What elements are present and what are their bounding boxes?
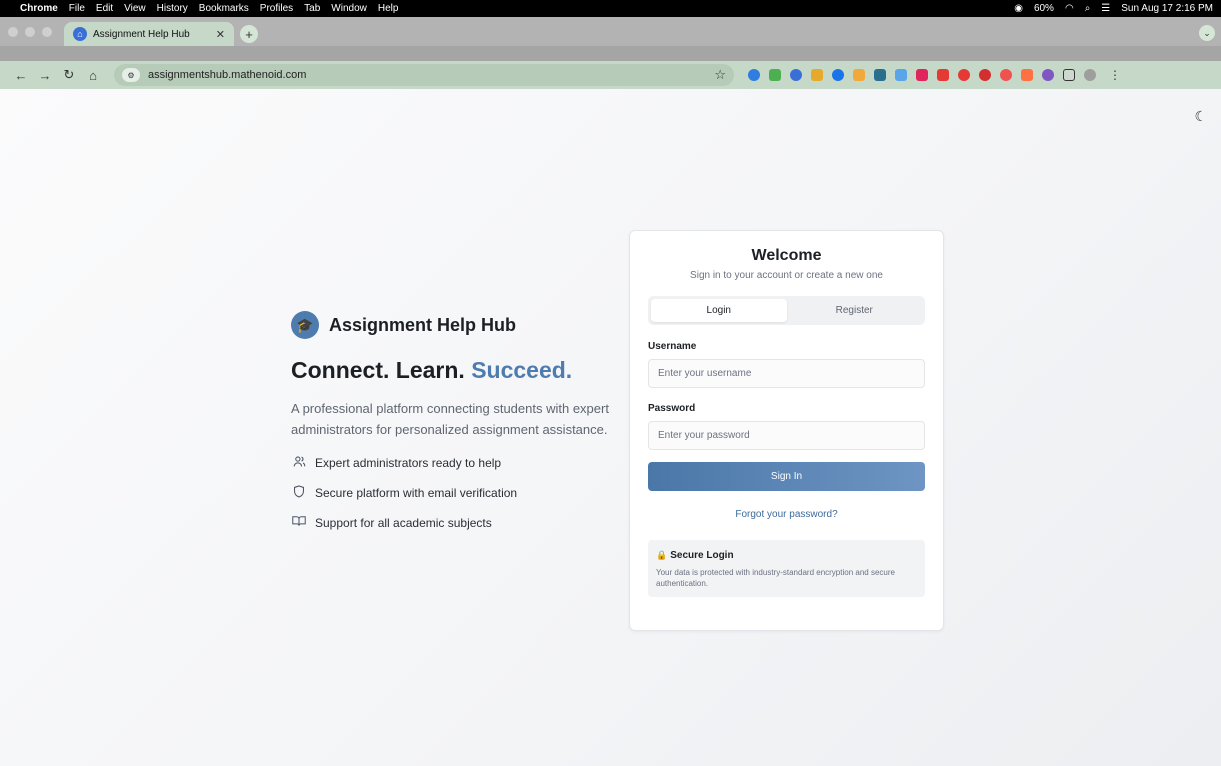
username-input[interactable] [648, 359, 925, 388]
forgot-password-link[interactable]: Forgot your password? [648, 509, 925, 520]
brand: 🎓 Assignment Help Hub [291, 311, 611, 339]
book-open-icon [291, 515, 307, 530]
status-area: ◉ 60% ◠ ⌕ ☰ Sun Aug 17 2:16 PM [1014, 3, 1213, 14]
browser-tab-strip: ⌂ Assignment Help Hub ✕ + ⌄ [0, 17, 1221, 61]
login-card: Welcome Sign in to your account or creat… [629, 230, 944, 631]
address-bar[interactable]: ⚙ assignmentshub.mathenoid.com ☆ [114, 64, 734, 86]
sign-in-button[interactable]: Sign In [648, 462, 925, 491]
secure-login-title: 🔒 Secure Login [656, 550, 917, 561]
extensions-bar: ⋮ [748, 68, 1121, 82]
back-arrow-icon[interactable]: ← [10, 68, 32, 83]
extension-icon[interactable] [979, 69, 991, 81]
battery-percentage[interactable]: 60% [1034, 3, 1054, 14]
lock-icon: 🔒 [656, 550, 668, 560]
users-icon [291, 455, 307, 471]
new-tab-button[interactable]: + [240, 25, 258, 43]
extension-icon[interactable] [895, 69, 907, 81]
menu-view[interactable]: View [124, 3, 146, 14]
feature-item: Secure platform with email verification [291, 484, 611, 501]
graduation-cap-icon: 🎓 [291, 311, 319, 339]
feature-text: Support for all academic subjects [315, 515, 492, 530]
extension-icon[interactable] [1042, 69, 1054, 81]
hero-section: 🎓 Assignment Help Hub Connect. Learn. Su… [291, 311, 611, 544]
shield-icon [291, 484, 307, 501]
zoom-window-button[interactable] [42, 27, 52, 37]
window-controls [0, 27, 52, 46]
browser-menu-icon[interactable]: ⋮ [1109, 68, 1121, 82]
tagline: A professional platform connecting stude… [291, 401, 609, 437]
extensions-puzzle-icon[interactable] [1063, 69, 1075, 81]
menu-window[interactable]: Window [331, 3, 367, 14]
extension-icon[interactable] [916, 69, 928, 81]
minimize-window-button[interactable] [25, 27, 35, 37]
card-subtitle: Sign in to your account or create a new … [690, 270, 883, 281]
wifi-icon[interactable]: ◠ [1065, 3, 1074, 14]
home-icon[interactable]: ⌂ [82, 68, 104, 83]
username-label: Username [648, 341, 697, 352]
extension-icon[interactable] [958, 69, 970, 81]
site-favicon-icon: ⌂ [73, 27, 87, 41]
brand-name: Assignment Help Hub [329, 314, 517, 335]
close-window-button[interactable] [8, 27, 18, 37]
menu-history[interactable]: History [157, 3, 188, 14]
extension-icon[interactable] [1021, 69, 1033, 81]
extension-icon[interactable] [1000, 69, 1012, 81]
screen-record-icon[interactable]: ◉ [1014, 3, 1023, 14]
menu-chrome[interactable]: Chrome [20, 3, 58, 14]
clock[interactable]: Sun Aug 17 2:16 PM [1121, 3, 1213, 14]
menu-edit[interactable]: Edit [96, 3, 113, 14]
password-label: Password [648, 403, 696, 414]
menu-tab[interactable]: Tab [304, 3, 320, 14]
tab-title: Assignment Help Hub [93, 28, 190, 40]
url-text[interactable]: assignmentshub.mathenoid.com [148, 69, 306, 81]
browser-tab[interactable]: ⌂ Assignment Help Hub ✕ [64, 22, 234, 46]
forward-arrow-icon[interactable]: → [34, 68, 56, 83]
browser-toolbar: ← → ↻ ⌂ ⚙ assignmentshub.mathenoid.com ☆… [0, 61, 1221, 89]
extension-icon[interactable] [811, 69, 823, 81]
secure-login-text: Your data is protected with industry-sta… [656, 568, 895, 588]
tab-close-icon[interactable]: ✕ [216, 28, 225, 41]
headline: Connect. Learn. Succeed. [291, 357, 611, 384]
control-center-icon[interactable]: ☰ [1101, 3, 1110, 14]
theme-toggle-icon[interactable]: ☾ [1194, 108, 1207, 125]
feature-list: Expert administrators ready to help Secu… [291, 454, 611, 531]
profile-avatar[interactable] [1084, 69, 1096, 81]
menu-file[interactable]: File [69, 3, 85, 14]
extension-icon[interactable] [769, 69, 781, 81]
menu-bookmarks[interactable]: Bookmarks [199, 3, 249, 14]
reload-icon[interactable]: ↻ [58, 67, 80, 83]
extension-icon[interactable] [874, 69, 886, 81]
feature-text: Secure platform with email verification [315, 485, 518, 500]
extension-icon[interactable] [832, 69, 844, 81]
secure-title-text: Secure Login [670, 550, 734, 561]
tab-register[interactable]: Register [787, 299, 923, 322]
extension-icon[interactable] [790, 69, 802, 81]
site-info-icon[interactable]: ⚙ [122, 68, 140, 82]
tab-login[interactable]: Login [651, 299, 787, 322]
password-input[interactable] [648, 421, 925, 450]
menu-help[interactable]: Help [378, 3, 399, 14]
macos-menu-bar: Chrome File Edit View History Bookmarks … [0, 0, 1221, 17]
extension-icon[interactable] [748, 69, 760, 81]
extension-icon[interactable] [853, 69, 865, 81]
bookmark-star-icon[interactable]: ☆ [714, 67, 726, 83]
feature-item: Expert administrators ready to help [291, 454, 611, 471]
secure-login-notice: 🔒 Secure Login Your data is protected wi… [648, 540, 925, 597]
feature-text: Expert administrators ready to help [315, 455, 502, 470]
menu-profiles[interactable]: Profiles [260, 3, 293, 14]
spotlight-icon[interactable]: ⌕ [1085, 3, 1091, 14]
tab-search-chevron-icon[interactable]: ⌄ [1199, 25, 1215, 41]
feature-item: Support for all academic subjects [291, 514, 611, 531]
card-title: Welcome [751, 247, 822, 264]
page-content: ☾ 🎓 Assignment Help Hub Connect. Learn. … [0, 89, 1221, 766]
headline-text: Connect. Learn. [291, 357, 465, 383]
auth-tabs: Login Register [648, 296, 925, 325]
headline-accent: Succeed. [471, 357, 573, 383]
extension-icon[interactable] [937, 69, 949, 81]
